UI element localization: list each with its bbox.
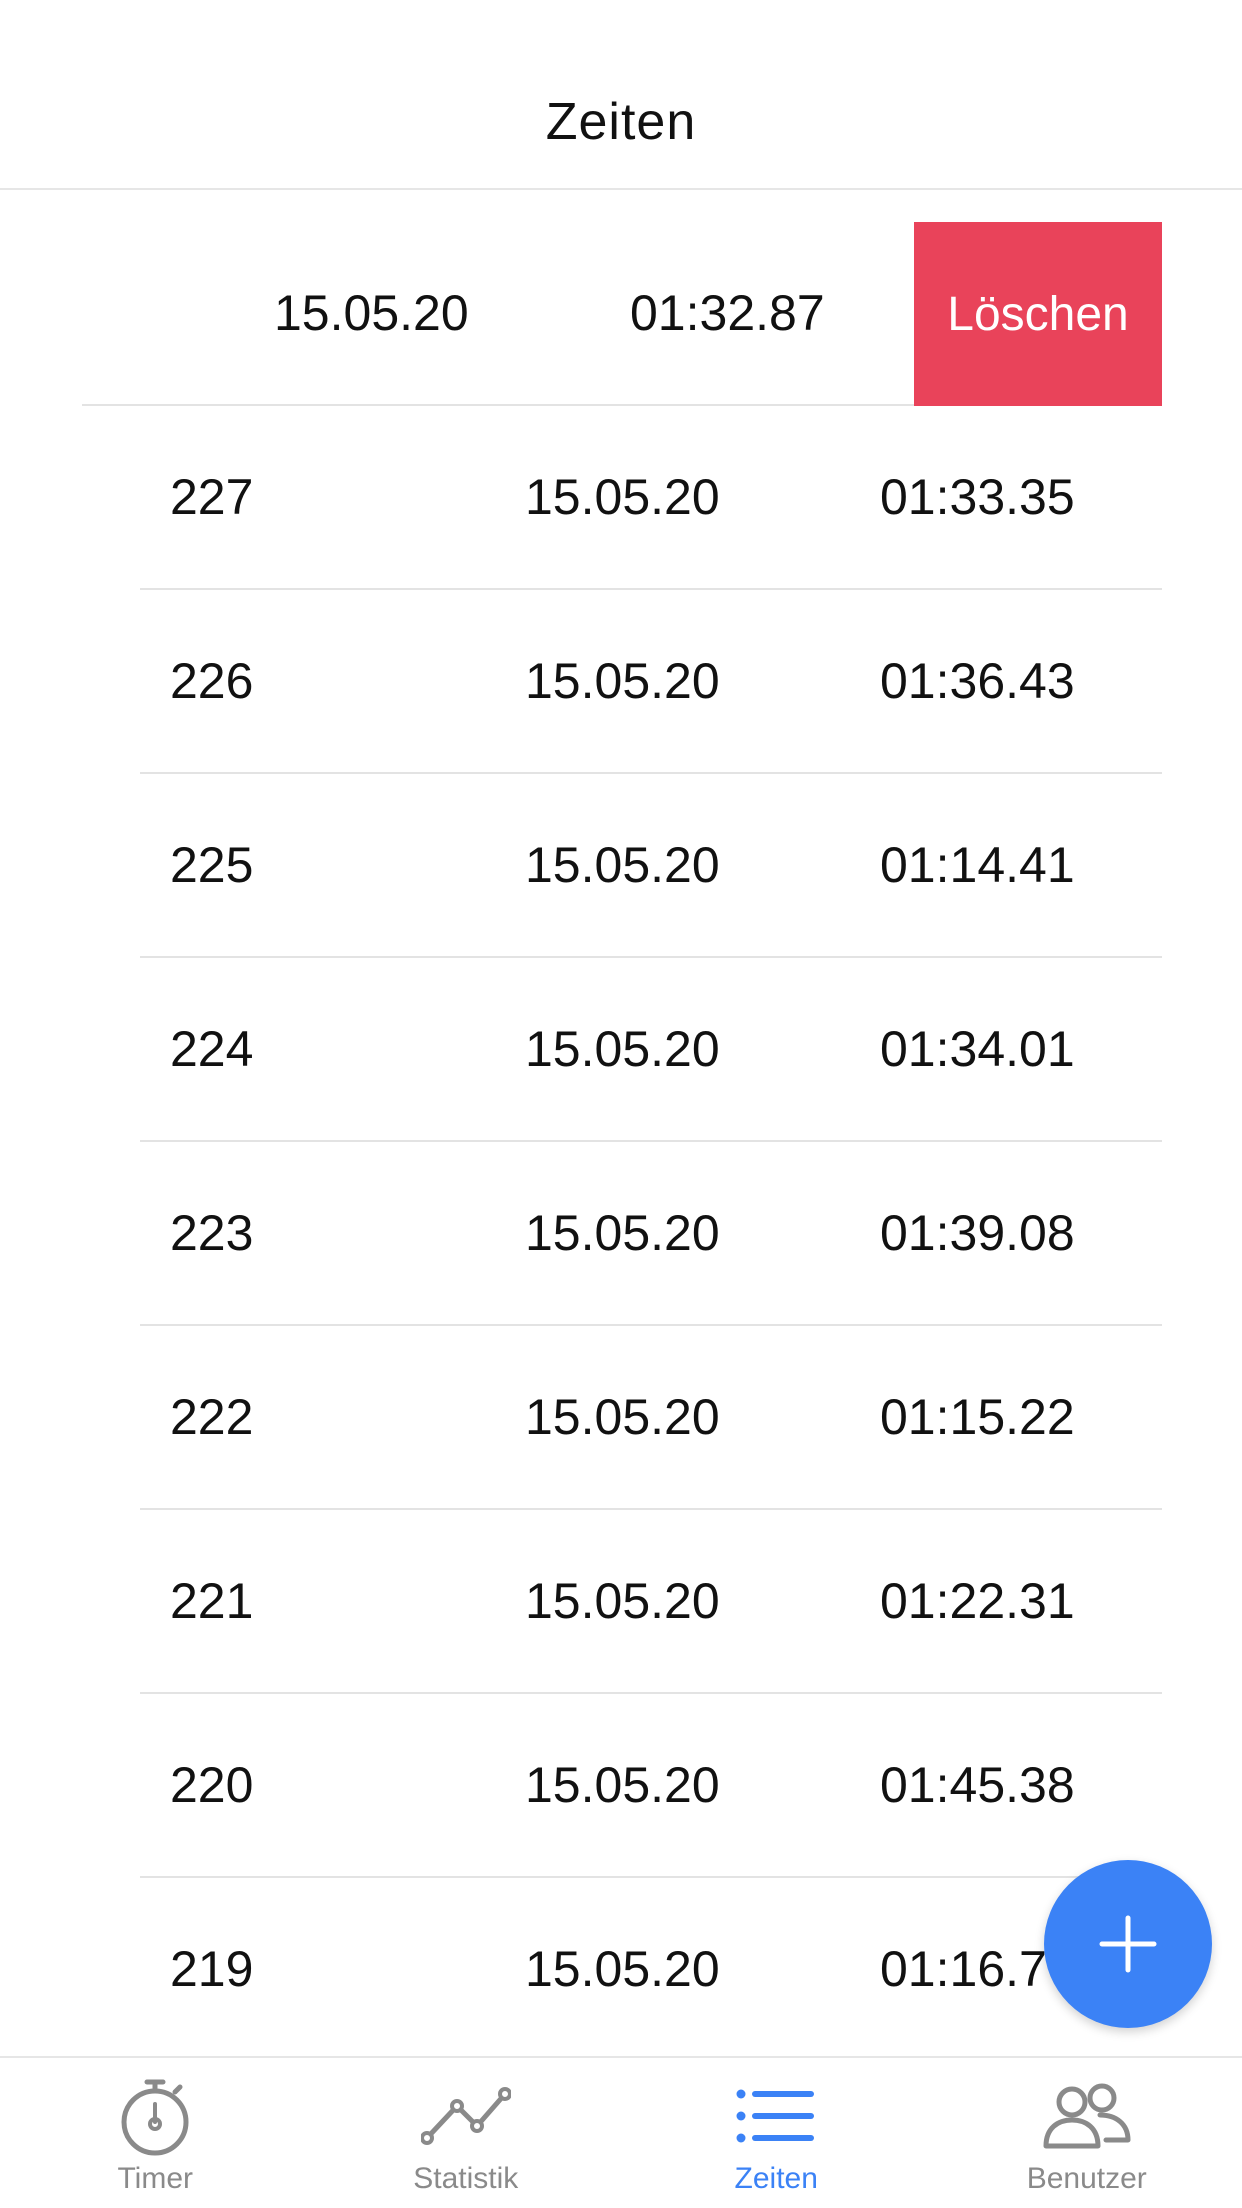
tab-label: Benutzer bbox=[1026, 2162, 1147, 2195]
stopwatch-icon bbox=[110, 2076, 200, 2156]
times-list[interactable]: 15.05.20 01:32.87 Löschen 227 15.05.20 0… bbox=[0, 190, 1242, 2056]
row-id: 227 bbox=[170, 469, 254, 525]
row-time: 01:14.41 bbox=[880, 837, 1075, 893]
list-item[interactable]: 222 15.05.20 01:15.22 bbox=[140, 1326, 1162, 1510]
list-icon bbox=[731, 2076, 821, 2156]
list-item[interactable]: 225 15.05.20 01:14.41 bbox=[140, 774, 1162, 958]
row-time: 01:34.01 bbox=[880, 1021, 1075, 1077]
add-time-button[interactable] bbox=[1044, 1860, 1212, 2028]
row-id: 221 bbox=[170, 1573, 254, 1629]
row-time: 01:32.87 bbox=[630, 285, 825, 341]
row-date: 15.05.20 bbox=[525, 1389, 720, 1445]
list-item[interactable]: 223 15.05.20 01:39.08 bbox=[140, 1142, 1162, 1326]
list-item[interactable]: 224 15.05.20 01:34.01 bbox=[140, 958, 1162, 1142]
row-time: 01:33.35 bbox=[880, 469, 1075, 525]
tab-bar: Timer Statistik Zeiten Benutzer bbox=[0, 2056, 1242, 2208]
list-item[interactable]: 226 15.05.20 01:36.43 bbox=[140, 590, 1162, 774]
app-screen: Zeiten 15.05.20 01:32.87 Löschen 227 15.… bbox=[0, 0, 1242, 2208]
row-date: 15.05.20 bbox=[525, 1757, 720, 1813]
row-id: 220 bbox=[170, 1757, 254, 1813]
line-chart-icon bbox=[420, 2076, 511, 2156]
row-date: 15.05.20 bbox=[525, 1941, 720, 1997]
row-date: 15.05.20 bbox=[525, 653, 720, 709]
row-id: 219 bbox=[170, 1941, 254, 1997]
row-id: 223 bbox=[170, 1205, 254, 1261]
row-id: 225 bbox=[170, 837, 254, 893]
row-id: 222 bbox=[170, 1389, 254, 1445]
row-id: 224 bbox=[170, 1021, 254, 1077]
page-title: Zeiten bbox=[545, 93, 697, 151]
users-icon bbox=[1042, 2076, 1132, 2156]
delete-button[interactable]: Löschen bbox=[914, 222, 1162, 406]
list-item[interactable]: 220 15.05.20 01:45.38 bbox=[140, 1694, 1162, 1878]
row-time: 01:45.38 bbox=[880, 1757, 1075, 1813]
row-date: 15.05.20 bbox=[525, 837, 720, 893]
tab-timer[interactable]: Timer bbox=[0, 2058, 311, 2208]
tab-label: Zeiten bbox=[734, 2162, 818, 2195]
list-item-swiped[interactable]: 15.05.20 01:32.87 Löschen bbox=[82, 222, 1162, 406]
row-time: 01:36.43 bbox=[880, 653, 1075, 709]
row-date: 15.05.20 bbox=[525, 1573, 720, 1629]
tab-zeiten[interactable]: Zeiten bbox=[621, 2058, 932, 2208]
row-time: 01:22.31 bbox=[880, 1573, 1075, 1629]
row-time: 01:16.7 bbox=[880, 1941, 1047, 1997]
list-item[interactable]: 219 15.05.20 01:16.7 bbox=[140, 1878, 1162, 2056]
tab-benutzer[interactable]: Benutzer bbox=[932, 2058, 1242, 2208]
header-bar: Zeiten bbox=[0, 0, 1242, 190]
tab-label: Statistik bbox=[413, 2162, 519, 2195]
tab-label: Timer bbox=[117, 2162, 194, 2195]
row-id: 226 bbox=[170, 653, 254, 709]
row-date: 15.05.20 bbox=[525, 1205, 720, 1261]
list-item[interactable]: 221 15.05.20 01:22.31 bbox=[140, 1510, 1162, 1694]
tab-statistik[interactable]: Statistik bbox=[311, 2058, 622, 2208]
row-time: 01:39.08 bbox=[880, 1205, 1075, 1261]
plus-icon bbox=[1099, 1915, 1157, 1973]
row-date: 15.05.20 bbox=[525, 1021, 720, 1077]
row-date: 15.05.20 bbox=[525, 469, 720, 525]
row-date: 15.05.20 bbox=[274, 285, 469, 341]
row-time: 01:15.22 bbox=[880, 1389, 1075, 1445]
list-item[interactable]: 227 15.05.20 01:33.35 bbox=[140, 406, 1162, 590]
